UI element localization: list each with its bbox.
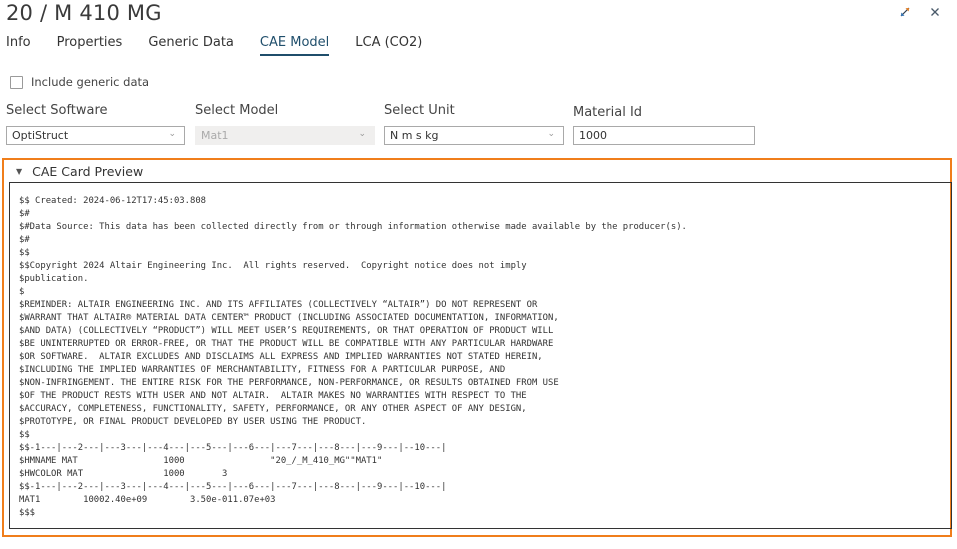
code-line: $$ xyxy=(19,430,30,440)
select-unit-label: Select Unit xyxy=(384,103,455,118)
close-icon[interactable] xyxy=(927,4,943,20)
material-id-input[interactable]: 1000 xyxy=(573,126,755,145)
code-line: $OF THE PRODUCT RESTS WITH USER AND NOT … xyxy=(19,391,527,401)
code-line: $HWCOLOR MAT 1000 3 xyxy=(19,469,228,479)
code-line: $ACCURACY, COMPLETENESS, FUNCTIONALITY, … xyxy=(19,404,527,414)
tab-lca-co2[interactable]: LCA (CO2) xyxy=(355,35,422,56)
material-id-label: Material Id xyxy=(573,105,643,120)
code-line: $#Data Source: This data has been collec… xyxy=(19,222,687,232)
tab-generic-data[interactable]: Generic Data xyxy=(148,35,234,56)
cae-card-preview-toggle[interactable]: ▼ CAE Card Preview xyxy=(16,164,143,179)
select-model-label: Select Model xyxy=(195,103,279,118)
material-title: 20 / M 410 MG xyxy=(6,1,162,25)
include-generic-data-checkbox[interactable] xyxy=(10,75,23,89)
software-value: OptiStruct xyxy=(12,129,69,142)
code-line: $$Copyright 2024 Altair Engineering Inc.… xyxy=(19,261,527,271)
code-line: $$$ xyxy=(19,508,36,518)
expand-arrows-icon[interactable] xyxy=(897,4,913,20)
tab-cae-model[interactable]: CAE Model xyxy=(259,35,330,56)
code-line: $INCLUDING THE IMPLIED WARRANTIES OF MER… xyxy=(19,365,506,375)
model-select[interactable]: Mat1 ⌄ xyxy=(195,126,375,145)
select-software-label: Select Software xyxy=(6,103,108,118)
caret-down-icon: ▼ xyxy=(16,167,23,176)
cae-card-text-area[interactable]: $$ Created: 2024-06-12T17:45:03.808 $# $… xyxy=(9,182,952,529)
tab-properties[interactable]: Properties xyxy=(57,35,123,56)
code-line: $publication. xyxy=(19,274,89,284)
cae-card-preview-title: CAE Card Preview xyxy=(32,164,144,179)
code-line: $$ Created: 2024-06-12T17:45:03.808 xyxy=(19,196,207,206)
code-line: $WARRANT THAT ALTAIR® MATERIAL DATA CENT… xyxy=(19,313,559,323)
tab-info[interactable]: Info xyxy=(6,35,31,56)
code-line: $# xyxy=(19,235,30,245)
tab-bar: Info Properties Generic Data CAE Model L… xyxy=(6,35,422,56)
code-line: $$ xyxy=(19,248,30,258)
code-line: $# xyxy=(19,209,30,219)
code-line: MAT1 10002.40e+09 3.50e-011.07e+03 xyxy=(19,495,276,505)
cae-card-text: $$ Created: 2024-06-12T17:45:03.808 $# $… xyxy=(10,183,951,520)
code-line: $PROTOTYPE, OR FINAL PRODUCT DEVELOPED B… xyxy=(19,417,367,427)
include-generic-data-option: Include generic data xyxy=(10,75,149,89)
code-line: $OR SOFTWARE. ALTAIR EXCLUDES AND DISCLA… xyxy=(19,352,543,362)
chevron-down-icon: ⌄ xyxy=(358,129,366,139)
chevron-down-icon: ⌄ xyxy=(168,129,176,139)
window-controls xyxy=(897,4,943,20)
code-line: $ xyxy=(19,287,25,297)
code-line: $HMNAME MAT 1000 "20_/_M_410_MG""MAT1" xyxy=(19,456,383,466)
code-line: $$-1---|---2---|---3---|---4---|---5---|… xyxy=(19,482,447,492)
chevron-down-icon: ⌄ xyxy=(547,129,555,139)
material-id-value: 1000 xyxy=(579,129,607,142)
unit-select[interactable]: N m s kg ⌄ xyxy=(384,126,564,145)
code-line: $$-1---|---2---|---3---|---4---|---5---|… xyxy=(19,443,447,453)
unit-value: N m s kg xyxy=(390,129,439,142)
cae-card-preview-panel: ▼ CAE Card Preview $$ Created: 2024-06-1… xyxy=(2,158,952,537)
code-line: $REMINDER: ALTAIR ENGINEERING INC. AND I… xyxy=(19,300,538,310)
software-select[interactable]: OptiStruct ⌄ xyxy=(6,126,185,145)
model-value: Mat1 xyxy=(201,129,229,142)
code-line: $BE UNINTERRUPTED OR ERROR-FREE, OR THAT… xyxy=(19,339,554,349)
include-generic-data-label: Include generic data xyxy=(31,75,150,89)
code-line: $AND DATA) (COLLECTIVELY “PRODUCT”) WILL… xyxy=(19,326,554,336)
code-line: $NON-INFRINGEMENT. THE ENTIRE RISK FOR T… xyxy=(19,378,559,388)
